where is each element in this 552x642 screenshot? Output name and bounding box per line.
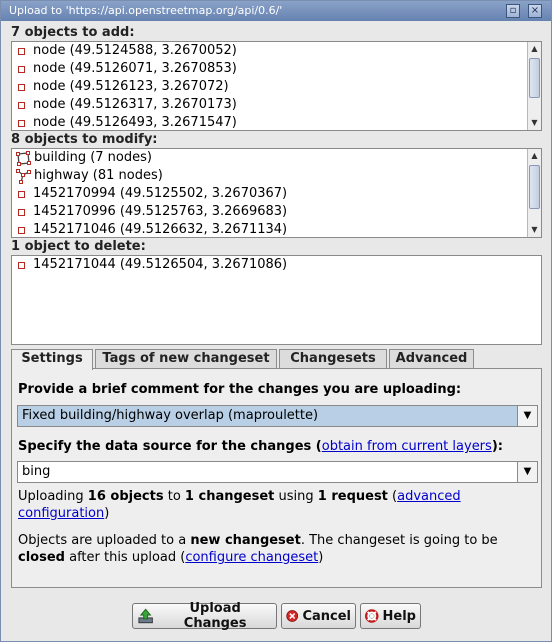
info-text: after this upload ( xyxy=(64,550,186,565)
way-icon xyxy=(16,168,31,184)
list-item-label: node (49.5126493, 3.2671547) xyxy=(33,115,237,130)
scroll-up-icon[interactable]: ▲ xyxy=(528,149,541,163)
scroll-thumb[interactable] xyxy=(529,165,540,209)
node-icon xyxy=(18,261,25,269)
building-icon xyxy=(16,150,31,166)
info-text: . The changeset is going to be xyxy=(300,533,498,548)
node-icon xyxy=(18,190,25,198)
tab-changesets[interactable]: Changesets xyxy=(279,349,387,369)
modify-list-scrollbar[interactable]: ▲ ▼ xyxy=(527,149,541,237)
source-label-end: ): xyxy=(491,439,503,454)
cancel-icon xyxy=(286,610,299,622)
tab-tags-of-new-changeset[interactable]: Tags of new changeset xyxy=(95,349,277,369)
chevron-down-icon[interactable]: ▼ xyxy=(517,406,537,426)
upload-icon xyxy=(138,608,153,624)
scroll-up-icon[interactable]: ▲ xyxy=(528,42,541,56)
list-item-label: 1452171044 (49.5126504, 3.2671086) xyxy=(33,257,288,272)
list-item[interactable]: node (49.5126317, 3.2670173) xyxy=(12,96,541,114)
list-item-label: highway (81 nodes) xyxy=(34,168,163,183)
source-label: Specify the data source for the changes … xyxy=(18,439,503,454)
delete-list[interactable]: 1452171044 (49.5126504, 3.2671086) xyxy=(11,255,542,345)
upload-dialog: Upload to 'https://api.openstreetmap.org… xyxy=(0,0,552,642)
upload-summary: Uploading 16 objects to 1 changeset usin… xyxy=(18,488,461,522)
comment-combobox[interactable]: Fixed building/highway overlap (maproule… xyxy=(17,405,538,427)
info-text: Objects are uploaded to a xyxy=(18,533,191,548)
scroll-thumb[interactable] xyxy=(529,58,540,98)
settings-panel: Provide a brief comment for the changes … xyxy=(11,368,542,588)
help-label: Help xyxy=(382,608,416,624)
cancel-label: Cancel xyxy=(302,608,351,624)
list-item[interactable]: highway (81 nodes) xyxy=(12,167,541,185)
close-icon[interactable]: × xyxy=(528,4,542,18)
node-icon xyxy=(18,47,25,55)
summary-requests: 1 request xyxy=(317,489,388,504)
modify-label: 8 objects to modify: xyxy=(11,132,158,147)
scroll-down-icon[interactable]: ▼ xyxy=(528,223,541,237)
source-label-text: Specify the data source for the changes … xyxy=(18,439,322,454)
list-item-label: 1452170996 (49.5125763, 3.2669683) xyxy=(33,204,288,219)
summary-text: Uploading xyxy=(18,489,88,504)
add-list[interactable]: node (49.5124588, 3.2670052) node (49.512… xyxy=(11,41,542,131)
minimize-icon[interactable]: ▫ xyxy=(506,4,520,18)
window-title: Upload to 'https://api.openstreetmap.org… xyxy=(9,4,283,17)
scroll-down-icon[interactable]: ▼ xyxy=(528,116,541,130)
node-icon xyxy=(18,83,25,91)
tab-advanced[interactable]: Advanced xyxy=(389,349,474,369)
advanced-configuration-link[interactable]: advanced xyxy=(397,489,461,504)
advanced-configuration-link[interactable]: configuration xyxy=(18,506,104,521)
tab-settings[interactable]: Settings xyxy=(11,349,93,370)
summary-text: using xyxy=(274,489,318,504)
list-item[interactable]: 1452170994 (49.5125502, 3.2670367) xyxy=(12,185,541,203)
delete-label: 1 object to delete: xyxy=(11,239,146,254)
info-text: ) xyxy=(318,550,324,565)
node-icon xyxy=(18,65,25,73)
add-list-scrollbar[interactable]: ▲ ▼ xyxy=(527,42,541,130)
configure-changeset-link[interactable]: configure changeset xyxy=(185,550,318,565)
summary-objects: 16 objects xyxy=(87,489,164,504)
list-item[interactable]: 1452171046 (49.5126632, 3.2671134) xyxy=(12,221,541,237)
add-label: 7 objects to add: xyxy=(11,25,135,40)
obtain-from-layers-link[interactable]: obtain from current layers xyxy=(322,439,492,454)
lifebuoy-icon xyxy=(365,609,379,623)
node-icon xyxy=(18,208,25,216)
comment-input[interactable]: Fixed building/highway overlap (maproule… xyxy=(18,406,517,426)
list-item[interactable]: 1452170996 (49.5125763, 3.2669683) xyxy=(12,203,541,221)
list-item-label: node (49.5126123, 3.267072) xyxy=(33,79,229,94)
upload-changes-button[interactable]: Upload Changes xyxy=(132,601,277,631)
chevron-down-icon[interactable]: ▼ xyxy=(517,462,537,482)
comment-label: Provide a brief comment for the changes … xyxy=(18,382,462,397)
list-item[interactable]: node (49.5126123, 3.267072) xyxy=(12,78,541,96)
summary-text: to xyxy=(163,489,185,504)
info-closed: closed xyxy=(18,550,65,565)
list-item-label: 1452171046 (49.5126632, 3.2671134) xyxy=(33,222,288,237)
help-button[interactable]: Help xyxy=(360,603,421,629)
source-input[interactable]: bing xyxy=(18,462,517,482)
list-item[interactable]: 1452171044 (49.5126504, 3.2671086) xyxy=(12,256,541,274)
summary-text: ( xyxy=(387,489,398,504)
node-icon xyxy=(18,101,25,109)
source-combobox[interactable]: bing ▼ xyxy=(17,461,538,483)
modify-list[interactable]: building (7 nodes) highway (81 nodes) 1452… xyxy=(11,148,542,238)
upload-changes-label: Upload Changes xyxy=(183,601,247,631)
list-item[interactable]: building (7 nodes) xyxy=(12,149,541,167)
title-bar[interactable]: Upload to 'https://api.openstreetmap.org… xyxy=(1,1,551,21)
summary-text: ) xyxy=(104,506,110,521)
cancel-button[interactable]: Cancel xyxy=(281,603,356,629)
list-item[interactable]: node (49.5124588, 3.2670052) xyxy=(12,42,541,60)
node-icon xyxy=(18,226,25,234)
list-item-label: 1452170994 (49.5125502, 3.2670367) xyxy=(33,186,288,201)
list-item-label: node (49.5126071, 3.2670853) xyxy=(33,61,237,76)
list-item-label: building (7 nodes) xyxy=(34,150,152,165)
changeset-info: Objects are uploaded to a new changeset.… xyxy=(18,532,498,566)
list-item[interactable]: node (49.5126493, 3.2671547) xyxy=(12,114,541,130)
summary-changesets: 1 changeset xyxy=(184,489,275,504)
info-new-changeset: new changeset xyxy=(190,533,301,548)
list-item-label: node (49.5126317, 3.2670173) xyxy=(33,97,237,112)
list-item-label: node (49.5124588, 3.2670052) xyxy=(33,43,237,58)
node-icon xyxy=(18,119,25,127)
list-item[interactable]: node (49.5126071, 3.2670853) xyxy=(12,60,541,78)
